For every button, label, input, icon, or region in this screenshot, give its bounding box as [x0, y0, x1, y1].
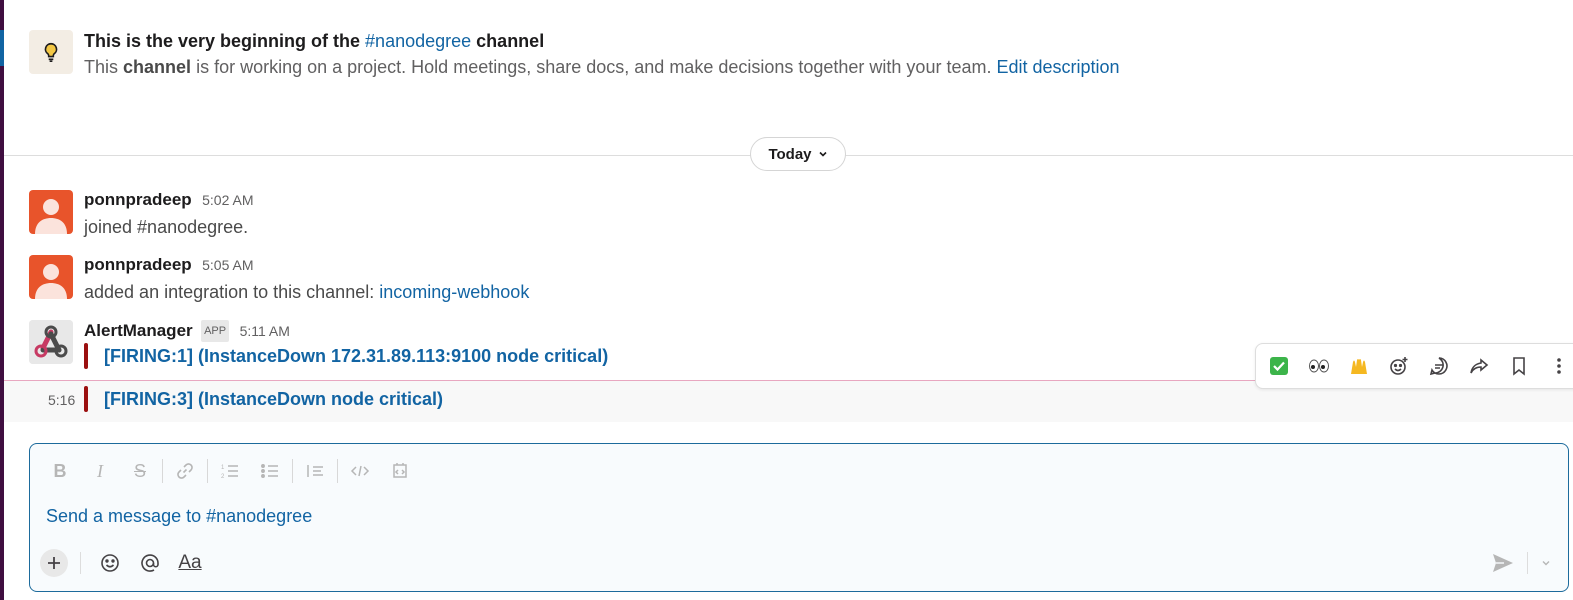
- message-time[interactable]: 5:11 AM: [240, 323, 290, 339]
- attachment-color-bar: [84, 386, 88, 412]
- more-actions-icon[interactable]: [1542, 349, 1573, 383]
- toolbar-divider: [337, 459, 338, 483]
- link-icon[interactable]: [165, 456, 205, 486]
- intro-title: This is the very beginning of the #nanod…: [84, 30, 544, 52]
- add-reaction-icon[interactable]: [1382, 349, 1416, 383]
- intro-description: This channel is for working on a project…: [84, 56, 1120, 78]
- day-divider-button[interactable]: Today: [750, 137, 846, 171]
- code-icon[interactable]: [340, 456, 380, 486]
- message-text: added an integration to this channel: in…: [84, 281, 529, 303]
- intro-title-suffix: channel: [476, 31, 545, 51]
- bold-icon[interactable]: B: [40, 456, 80, 486]
- toolbar-divider: [292, 459, 293, 483]
- svg-text:2: 2: [221, 474, 225, 480]
- eyes-emoji-icon[interactable]: [1302, 349, 1336, 383]
- numbered-list-icon[interactable]: 12: [210, 456, 250, 486]
- channel-intro: This is the very beginning of the #nanod…: [29, 30, 1553, 90]
- blockquote-icon[interactable]: [295, 456, 335, 486]
- edit-description-link[interactable]: Edit description: [997, 57, 1120, 77]
- sidebar-edge-accent: [0, 30, 4, 66]
- message-text: joined #nanodegree.: [84, 217, 249, 237]
- message-time[interactable]: 5:16: [48, 392, 75, 408]
- toolbar-divider: [207, 459, 208, 483]
- author-name[interactable]: ponnpradeep: [84, 255, 192, 274]
- code-block-icon[interactable]: [380, 456, 420, 486]
- lightbulb-icon: [29, 30, 73, 74]
- send-icon[interactable]: [1489, 549, 1517, 577]
- app-badge: APP: [201, 320, 230, 342]
- send-controls: [1489, 549, 1554, 577]
- intro-desc-rest: is for working on a project. Hold meetin…: [196, 57, 992, 77]
- avatar[interactable]: [29, 255, 73, 299]
- text-formatting-label: Aa: [178, 552, 202, 573]
- message-text-prefix: added an integration to this channel:: [84, 282, 375, 302]
- message-item[interactable]: ponnpradeep 5:05 AM added an integration…: [29, 255, 1573, 305]
- italic-icon[interactable]: I: [80, 456, 120, 486]
- check-mark-emoji-icon[interactable]: [1262, 349, 1296, 383]
- intro-desc-prefix: This: [84, 57, 119, 77]
- alert-title-link[interactable]: [FIRING:3] (InstanceDown node critical): [104, 388, 443, 410]
- sidebar-edge: [0, 0, 4, 600]
- svg-text:1: 1: [221, 465, 225, 471]
- toolbar-divider: [162, 459, 163, 483]
- message-composer[interactable]: B I S 12 Send a message to #nanodegree A…: [29, 443, 1569, 592]
- attachment-color-bar: [84, 343, 88, 369]
- chevron-down-icon[interactable]: [1538, 553, 1554, 573]
- raised-hands-emoji-icon[interactable]: [1342, 349, 1376, 383]
- strikethrough-icon[interactable]: S: [120, 456, 160, 486]
- author-name[interactable]: ponnpradeep: [84, 190, 192, 209]
- avatar[interactable]: [29, 190, 73, 234]
- mention-icon[interactable]: [133, 548, 167, 578]
- webhook-avatar-icon[interactable]: [29, 320, 73, 364]
- author-name[interactable]: AlertManager: [84, 321, 193, 340]
- message-input[interactable]: Send a message to #nanodegree: [46, 506, 312, 527]
- share-icon[interactable]: [1462, 349, 1496, 383]
- alert-title-link[interactable]: [FIRING:1] (InstanceDown 172.31.89.113:9…: [104, 345, 608, 367]
- chevron-down-icon: [818, 151, 827, 157]
- bulleted-list-icon[interactable]: [250, 456, 290, 486]
- composer-divider: [80, 552, 81, 574]
- message-item[interactable]: ponnpradeep 5:02 AM joined #nanodegree.: [29, 190, 1573, 240]
- reply-in-thread-icon[interactable]: [1422, 349, 1456, 383]
- day-divider-label: Today: [768, 145, 812, 163]
- formatting-toolbar: B I S 12: [40, 456, 420, 486]
- message-actions-toolbar: [1255, 343, 1573, 389]
- send-divider: [1527, 552, 1528, 574]
- intro-title-prefix: This is the very beginning of the: [84, 31, 361, 51]
- text-formatting-icon[interactable]: Aa: [173, 548, 207, 578]
- message-time[interactable]: 5:02 AM: [202, 192, 253, 208]
- intro-desc-bold: channel: [123, 57, 192, 77]
- bookmark-icon[interactable]: [1502, 349, 1536, 383]
- plus-icon[interactable]: [40, 549, 68, 577]
- message-time[interactable]: 5:05 AM: [202, 257, 253, 273]
- integration-link[interactable]: incoming-webhook: [379, 282, 529, 302]
- composer-bottom-bar: Aa: [40, 547, 207, 579]
- channel-link[interactable]: #nanodegree: [365, 31, 471, 51]
- emoji-icon[interactable]: [93, 548, 127, 578]
